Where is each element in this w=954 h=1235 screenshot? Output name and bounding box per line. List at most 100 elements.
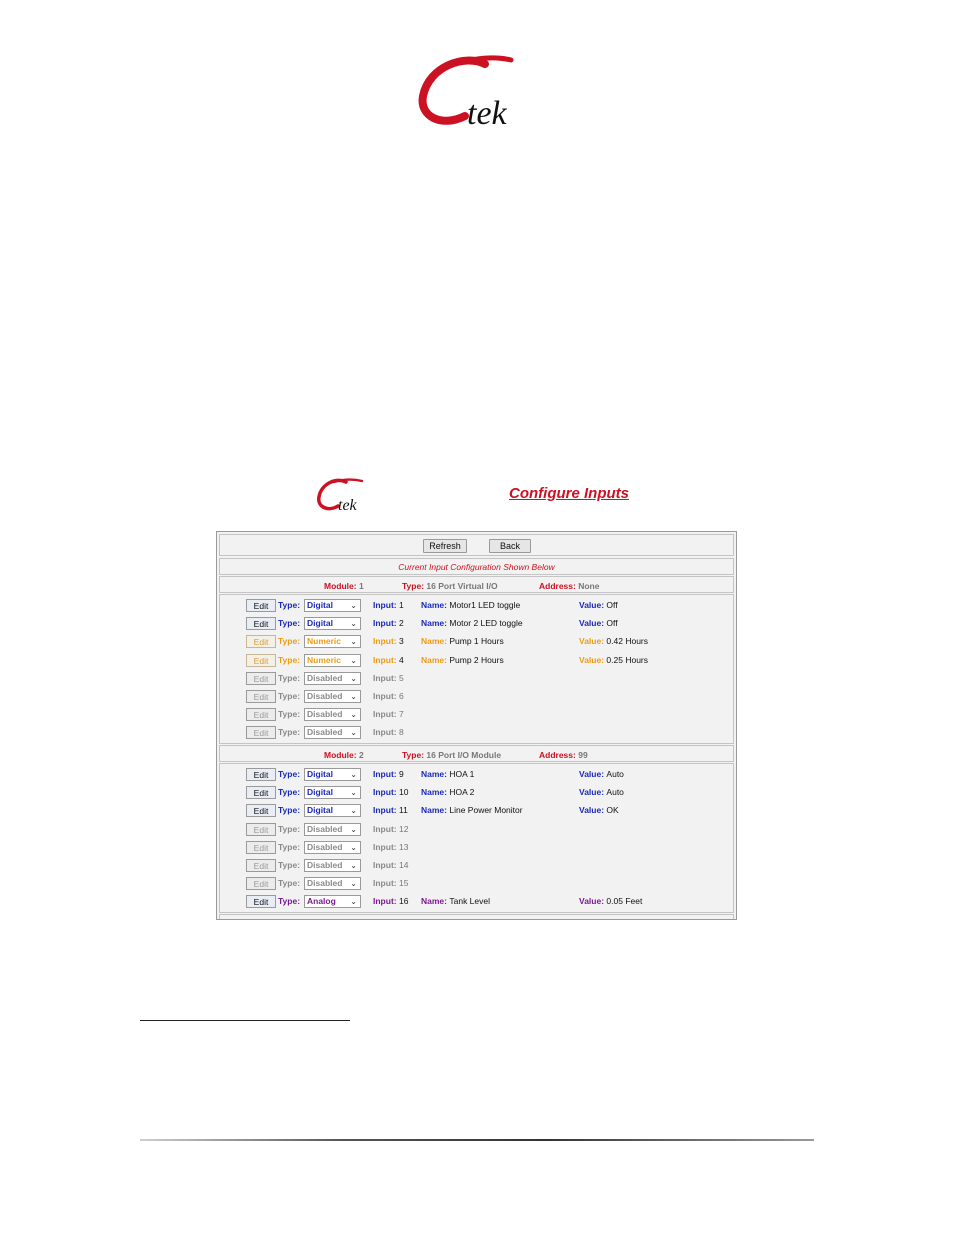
type-select[interactable]: Digital ⌄ (304, 786, 361, 800)
type-select[interactable]: Disabled ⌄ (304, 877, 361, 891)
input-number: 13 (398, 841, 409, 852)
value-label: Value: OK (579, 805, 619, 816)
type-label: Type: (278, 672, 301, 683)
type-select[interactable]: Disabled ⌄ (304, 840, 361, 854)
type-select[interactable]: Digital ⌄ (304, 617, 361, 631)
type-label: Type: (278, 709, 301, 720)
type-label: Type: (278, 727, 301, 738)
module-number: 2 (358, 750, 364, 760)
type-select[interactable]: Disabled ⌄ (304, 708, 361, 722)
type-label: Type: (278, 805, 301, 816)
type-label: Type: (278, 860, 301, 870)
input-number: 7 (398, 709, 404, 720)
input-label: Input: 13 (373, 841, 409, 852)
type-select[interactable]: Disabled ⌄ (304, 726, 361, 740)
input-name: HOA 1 (449, 769, 475, 779)
module-address: None (578, 581, 600, 591)
type-select[interactable]: Disabled ⌄ (304, 690, 361, 703)
edit-button[interactable]: Edit (246, 859, 276, 872)
edit-button[interactable]: Edit (246, 599, 276, 612)
type-select[interactable]: Disabled ⌄ (304, 859, 361, 872)
footer-divider (140, 1139, 814, 1141)
input-row: Edit Type: Numeric ⌄ Input: 4 Name: Pump 2 Ho… (220, 652, 733, 670)
input-label: Input: 2 (373, 618, 404, 629)
ctek-logo-small: tek (316, 476, 374, 514)
chevron-down-icon: ⌄ (350, 692, 357, 701)
toolbar-row: Refresh Back (219, 534, 734, 556)
edit-button[interactable]: Edit (246, 822, 276, 836)
chevron-down-icon: ⌄ (350, 897, 357, 907)
module-number: 1 (358, 581, 364, 591)
input-row: Edit Type: Disabled ⌄ Input: 13 (220, 839, 733, 857)
input-number: 14 (398, 860, 409, 870)
chevron-down-icon: ⌄ (350, 861, 357, 870)
refresh-button[interactable]: Refresh (423, 539, 467, 553)
type-select[interactable]: Analog ⌄ (304, 895, 361, 909)
chevron-down-icon: ⌄ (350, 601, 357, 610)
input-label: Input: 15 (373, 878, 409, 889)
configure-inputs-link[interactable]: Configure Inputs (509, 485, 629, 502)
input-number: 4 (398, 654, 404, 665)
input-row: Edit Type: Disabled ⌄ Input: 15 (220, 875, 733, 893)
edit-button[interactable]: Edit (246, 895, 276, 909)
input-number: 10 (398, 787, 409, 798)
name-label: Name: Motor1 LED toggle (421, 600, 521, 610)
chevron-down-icon: ⌄ (350, 879, 357, 889)
edit-button[interactable]: Edit (246, 804, 276, 818)
module-inputs: Edit Type: Digital ⌄ Input: 1 Name: Motor1 LE… (219, 594, 734, 744)
edit-button[interactable]: Edit (246, 786, 276, 800)
input-label: Input: 10 (373, 787, 409, 798)
input-label: Input: 5 (373, 672, 404, 683)
input-number: 15 (398, 878, 409, 889)
edit-button[interactable]: Edit (246, 768, 276, 781)
edit-button[interactable]: Edit (246, 690, 276, 703)
input-row: Edit Type: Digital ⌄ Input: 1 Name: Motor1 LE… (220, 597, 733, 615)
input-number: 16 (398, 896, 409, 907)
ctek-logo: tek (415, 50, 540, 132)
input-label: Input: 12 (373, 823, 409, 834)
input-value: Off (606, 600, 618, 610)
input-label: Input: 1 (373, 600, 404, 610)
edit-button[interactable]: Edit (246, 708, 276, 722)
type-select[interactable]: Numeric ⌄ (304, 635, 361, 649)
input-value: Off (606, 618, 618, 629)
svg-text:tek: tek (467, 95, 508, 132)
chevron-down-icon: ⌄ (350, 619, 357, 629)
type-select[interactable]: Digital ⌄ (304, 599, 361, 612)
edit-button[interactable]: Edit (246, 671, 276, 685)
name-label: Name: HOA 2 (421, 787, 475, 798)
type-label: Type: (278, 691, 301, 701)
edit-button[interactable]: Edit (246, 635, 276, 649)
type-label: Type: (278, 896, 301, 907)
input-value: 0.05 Feet (606, 896, 643, 907)
input-label: Input: 6 (373, 691, 404, 701)
module-inputs: Edit Type: Digital ⌄ Input: 9 Name: HOA 1 Valu… (219, 763, 734, 913)
back-button[interactable]: Back (489, 539, 531, 553)
edit-button[interactable]: Edit (246, 726, 276, 740)
input-row: Edit Type: Digital ⌄ Input: 2 Name: Motor 2 L… (220, 615, 733, 633)
type-select[interactable]: Digital ⌄ (304, 768, 361, 781)
edit-button[interactable]: Edit (246, 653, 276, 667)
type-select[interactable]: Numeric ⌄ (304, 653, 361, 667)
chevron-down-icon: ⌄ (350, 728, 357, 738)
input-label: Input: 11 (373, 805, 408, 816)
input-number: 5 (398, 672, 404, 683)
input-label: Input: 9 (373, 769, 404, 779)
banner-row: Current Input Configuration Shown Below (219, 558, 734, 575)
input-value: Auto (606, 787, 624, 798)
input-label: Input: 8 (373, 727, 404, 738)
type-select[interactable]: Disabled ⌄ (304, 822, 361, 836)
input-name: Line Power Monitor (449, 805, 523, 816)
input-label: Input: 16 (373, 896, 409, 907)
input-row: Edit Type: Numeric ⌄ Input: 3 Name: Pump 1 Ho… (220, 633, 733, 651)
type-select[interactable]: Digital ⌄ (304, 804, 361, 818)
edit-button[interactable]: Edit (246, 877, 276, 891)
edit-button[interactable]: Edit (246, 617, 276, 631)
input-number: 9 (398, 769, 404, 779)
chevron-down-icon: ⌄ (350, 710, 357, 720)
type-select[interactable]: Disabled ⌄ (304, 671, 361, 685)
input-name: Pump 2 Hours (449, 654, 504, 665)
input-row: Edit Type: Disabled ⌄ Input: 5 (220, 670, 733, 688)
edit-button[interactable]: Edit (246, 840, 276, 854)
chevron-down-icon: ⌄ (350, 842, 357, 852)
